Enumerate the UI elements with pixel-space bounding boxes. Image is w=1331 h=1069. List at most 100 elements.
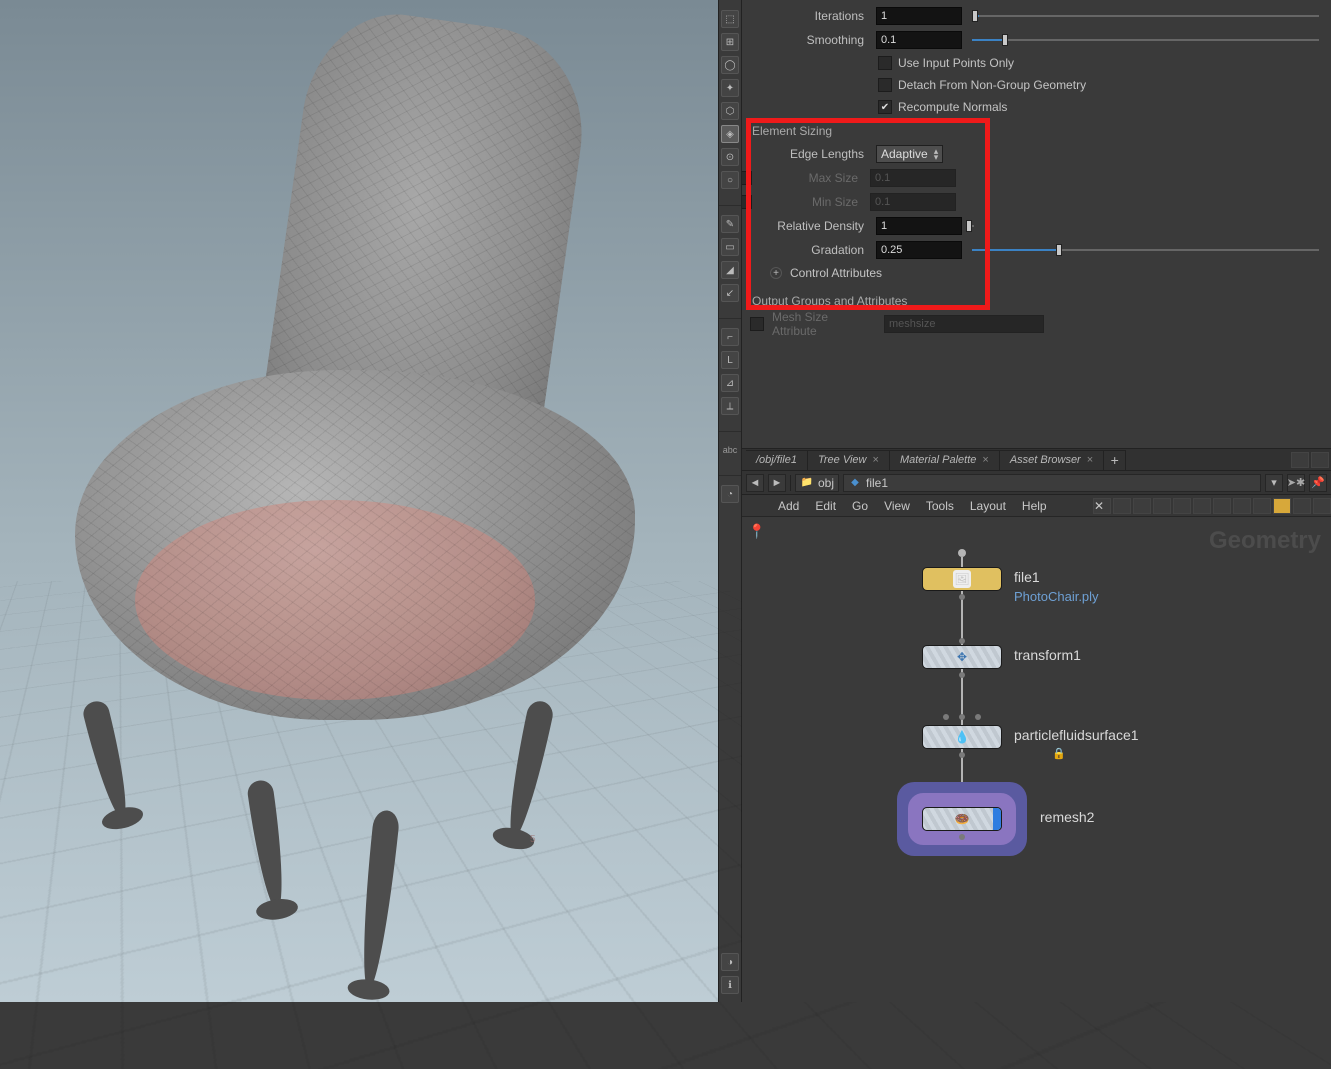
net-tool-grid3-icon[interactable] — [1193, 498, 1211, 514]
3d-viewport[interactable]: 5 — [0, 0, 718, 1002]
node-canvas[interactable]: 📍 Geometry 🖼 file1 PhotoChair.ply ✥ tran… — [742, 517, 1331, 1002]
tool-light-icon[interactable]: ✦ — [721, 79, 739, 97]
control-attributes-label[interactable]: Control Attributes — [790, 266, 882, 280]
menu-layout[interactable]: Layout — [962, 495, 1014, 516]
network-menubar: Add Edit Go View Tools Layout Help ✕ — [742, 495, 1331, 517]
detach-nongroup-checkbox[interactable] — [878, 78, 892, 92]
tool-grid-icon[interactable]: ⊞ — [721, 33, 739, 51]
menu-help[interactable]: Help — [1014, 495, 1055, 516]
tab-material-palette[interactable]: Material Palette× — [890, 450, 1000, 470]
node-remesh2[interactable]: 🍩 — [922, 807, 1002, 831]
menu-edit[interactable]: Edit — [807, 495, 844, 516]
edge-lengths-label: Edge Lengths — [742, 147, 872, 161]
max-size-checkbox[interactable] — [742, 171, 752, 185]
tool-circle-icon[interactable]: ○ — [721, 171, 739, 189]
iterations-slider[interactable] — [966, 7, 1325, 25]
tool-rect-icon[interactable]: ▭ — [721, 238, 739, 256]
smoothing-slider[interactable] — [966, 31, 1325, 49]
use-input-points-checkbox[interactable] — [878, 56, 892, 70]
net-tool-box-icon[interactable] — [1293, 498, 1311, 514]
net-tool-list-icon[interactable] — [1113, 498, 1131, 514]
nav-forward-button[interactable]: ► — [768, 474, 786, 492]
iterations-label: Iterations — [742, 9, 872, 23]
tool-arrow-icon[interactable]: ↙ — [721, 284, 739, 302]
net-tool-wrench-icon[interactable]: ✕ — [1093, 498, 1111, 514]
menu-tools[interactable]: Tools — [918, 495, 962, 516]
tool-target-icon[interactable]: ⊙ — [721, 148, 739, 166]
mesh-size-attr-checkbox[interactable] — [750, 317, 764, 331]
file-node-icon: 🖼 — [953, 570, 971, 588]
tool-gem-icon[interactable]: ◈ — [721, 125, 739, 143]
node-particlefluidsurface1[interactable]: 💧 — [922, 725, 1002, 749]
pin-toggle-icon[interactable]: 📌 — [1309, 474, 1327, 492]
edge-lengths-value: Adaptive — [881, 147, 928, 161]
canvas-pin-icon[interactable]: 📍 — [748, 523, 765, 540]
tool-perp-icon[interactable]: ⟂ — [721, 397, 739, 415]
tool-pie-icon[interactable]: ◔ — [721, 485, 739, 503]
net-tool-grid1-icon[interactable] — [1153, 498, 1171, 514]
pin-button[interactable]: ➤✱ — [1287, 474, 1305, 492]
min-size-checkbox[interactable] — [742, 195, 752, 209]
parameters-pane: Iterations Smoothing Use Input Points On… — [742, 0, 1331, 448]
crumb-current[interactable]: ◆ file1 — [843, 474, 1261, 492]
pane-max-icon[interactable] — [1311, 452, 1329, 468]
max-size-label: Max Size — [756, 171, 866, 185]
net-tool-image-icon[interactable] — [1233, 498, 1251, 514]
close-icon[interactable]: × — [873, 454, 879, 466]
net-tool-grid2-icon[interactable] — [1173, 498, 1191, 514]
edge-lengths-select[interactable]: Adaptive ▴▾ — [876, 145, 943, 163]
menu-go[interactable]: Go — [844, 495, 876, 516]
gradation-input[interactable] — [876, 241, 962, 259]
mesh-size-attr-label: Mesh Size Attribute — [768, 310, 880, 338]
net-tool-sticky-icon[interactable] — [1273, 498, 1291, 514]
remesh-node-icon: 🍩 — [953, 810, 971, 828]
menu-add[interactable]: Add — [770, 495, 807, 516]
tab-objfile1[interactable]: /obj/file1 — [746, 450, 808, 470]
add-tab-button[interactable]: + — [1104, 450, 1126, 470]
pane-menu-icon[interactable] — [1291, 452, 1309, 468]
net-tool-grid4-icon[interactable] — [1213, 498, 1231, 514]
relative-density-label: Relative Density — [742, 219, 872, 233]
expand-icon[interactable]: + — [770, 267, 782, 279]
output-groups-header: Output Groups and Attributes — [742, 288, 1331, 312]
node-file1-label: file1 — [1014, 569, 1040, 585]
pfs-node-icon: 💧 — [953, 728, 971, 746]
tool-slope-icon[interactable]: ⊿ — [721, 374, 739, 392]
menu-view[interactable]: View — [876, 495, 918, 516]
node-pfs-label: particlefluidsurface1 — [1014, 727, 1139, 743]
close-icon[interactable]: × — [1087, 454, 1093, 466]
node-transform1[interactable]: ✥ — [922, 645, 1002, 669]
tool-sphere-icon[interactable]: ◯ — [721, 56, 739, 74]
mesh-size-attr-input — [884, 315, 1044, 333]
smoothing-input[interactable] — [876, 31, 962, 49]
relative-density-input[interactable] — [876, 217, 962, 235]
tool-abc-label[interactable]: abc — [720, 441, 740, 459]
recompute-normals-checkbox[interactable] — [878, 100, 892, 114]
tool-pencil-icon[interactable]: ✎ — [721, 215, 739, 233]
transform-node-icon: ✥ — [953, 648, 971, 666]
context-watermark: Geometry — [1209, 527, 1321, 555]
tool-angle-l-icon[interactable]: L — [721, 351, 739, 369]
min-size-label: Min Size — [756, 195, 866, 209]
close-icon[interactable]: × — [982, 454, 988, 466]
iterations-input[interactable] — [876, 7, 962, 25]
relative-density-slider[interactable] — [966, 217, 980, 235]
tab-asset-browser[interactable]: Asset Browser× — [1000, 450, 1104, 470]
node-file1[interactable]: 🖼 — [922, 567, 1002, 591]
crumb-root[interactable]: 📁 obj — [795, 474, 839, 492]
tab-treeview[interactable]: Tree View× — [808, 450, 890, 470]
gradation-slider[interactable] — [966, 241, 1325, 259]
use-input-points-label: Use Input Points Only — [898, 56, 1014, 70]
tool-tri-icon[interactable]: ◢ — [721, 261, 739, 279]
path-dropdown-button[interactable]: ▾ — [1265, 474, 1283, 492]
net-tool-note-icon[interactable] — [1253, 498, 1271, 514]
net-tool-more-icon[interactable] — [1313, 498, 1331, 514]
display-flag[interactable] — [993, 808, 1001, 830]
tool-hex-icon[interactable]: ⬡ — [721, 102, 739, 120]
tool-deselect-icon[interactable]: ⬚ — [721, 10, 739, 28]
network-pathbar: ◄ ► 📁 obj ◆ file1 ▾ ➤✱ 📌 — [742, 471, 1331, 495]
tool-ruler-12-icon[interactable]: ⌐ — [721, 328, 739, 346]
nav-back-button[interactable]: ◄ — [746, 474, 764, 492]
detach-nongroup-label: Detach From Non-Group Geometry — [898, 78, 1086, 92]
net-tool-align-icon[interactable] — [1133, 498, 1151, 514]
